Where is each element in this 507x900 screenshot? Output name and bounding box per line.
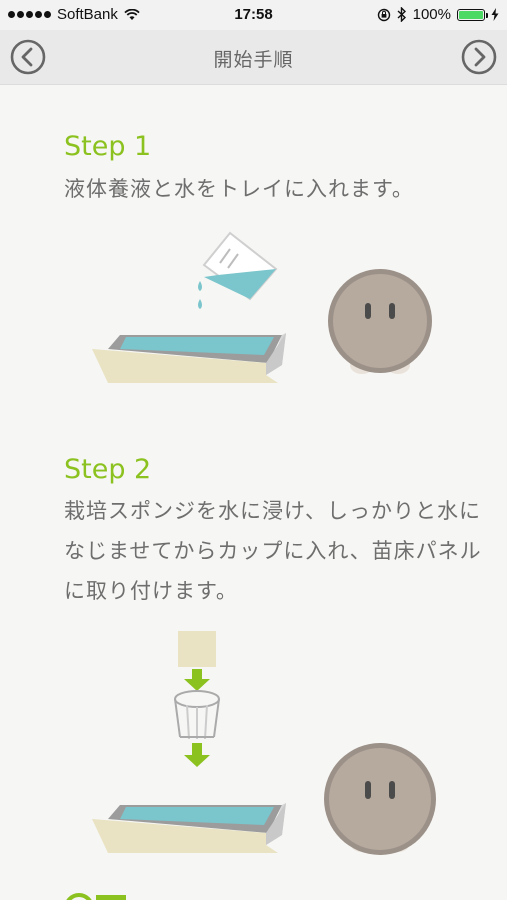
step-2-title: Step 2 [64,454,152,485]
charging-icon [491,8,499,21]
page-title: 開始手順 [213,49,294,71]
step-1-illustration [92,231,432,383]
content-scroll[interactable]: Step 1 液体養液と水をトレイに入れます。 Step 2 栽培スポンジを水に… [0,85,507,900]
step-2-illustration [92,631,436,855]
status-right: 100% [377,6,499,23]
rotation-lock-icon [377,8,390,21]
forward-button[interactable] [461,39,497,75]
battery-percent: 100% [412,6,451,23]
bluetooth-icon [397,7,406,22]
nav-bar: 開始手順 [0,30,507,85]
tray-icon [92,333,286,383]
tray-icon [92,803,286,853]
chevron-right-circle-icon [461,39,497,75]
step-3-title-partial [64,885,154,900]
arrow-down-icon [184,669,210,691]
battery-icon [457,8,488,21]
water-drops-icon [198,281,202,309]
cup-icon [174,690,220,740]
sponge-icon [178,631,216,667]
character-icon [328,269,432,374]
step-1-description: 液体養液と水をトレイに入れます。 [64,177,414,201]
pouring-cup-icon [202,231,278,301]
status-bar: SoftBank 17:58 100% [0,0,507,30]
character-icon [324,743,436,855]
step-2-description: 栽培スポンジを水に浸け、しっかりと水になじませてからカップに入れ、苗床パネルに取… [64,499,482,603]
step-1-title: Step 1 [64,131,152,162]
arrow-down-icon [184,743,210,767]
